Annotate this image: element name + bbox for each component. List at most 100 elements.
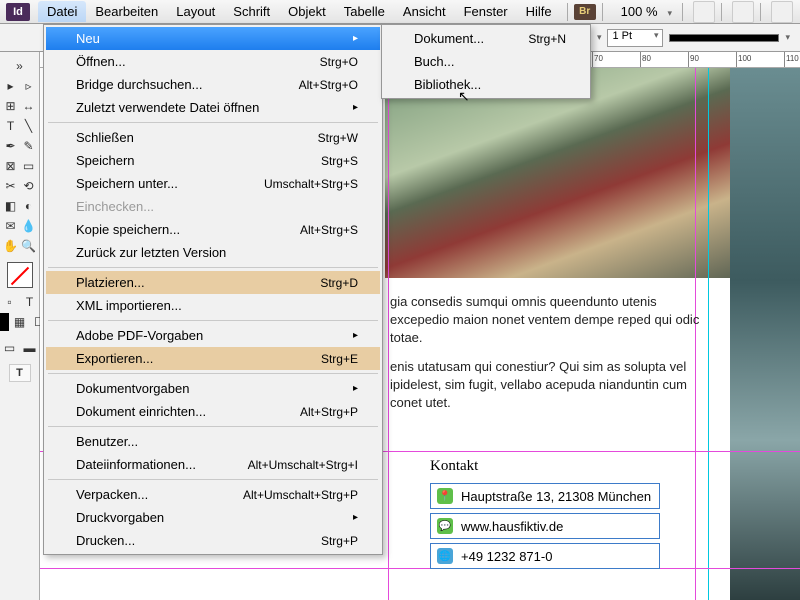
menu-hilfe[interactable]: Hilfe: [517, 1, 561, 22]
rectangle-tool[interactable]: ▭: [20, 157, 38, 175]
menu-benutzer[interactable]: Benutzer...: [46, 430, 380, 453]
selection-tool[interactable]: ▸: [2, 77, 20, 95]
menu-neu[interactable]: Neu▸: [46, 27, 380, 50]
menu-layout[interactable]: Layout: [167, 1, 224, 22]
divider: [721, 3, 722, 21]
separator: [48, 122, 378, 123]
menu-dokumentvorgaben[interactable]: Dokumentvorgaben▸: [46, 377, 380, 400]
divider: [567, 3, 568, 21]
contact-row-address: 📍 Hauptstraße 13, 21308 München: [430, 483, 660, 509]
dropdown-arrow-icon[interactable]: ▾: [785, 32, 790, 43]
menu-verpacken[interactable]: Verpacken...Alt+Umschalt+Strg+P: [46, 483, 380, 506]
zoom-dropdown[interactable]: 100 %: [617, 2, 676, 21]
pen-tool[interactable]: ✒: [2, 137, 20, 155]
guide-vertical[interactable]: [388, 68, 389, 600]
apply-color-icon[interactable]: [0, 313, 9, 331]
menu-objekt[interactable]: Objekt: [279, 1, 335, 22]
tool-palette: » ▸ ▹ ⊞ ↔ T ╲ ✒ ✎ ⊠ ▭ ✂ ⟲ ◧ ◐ ✉ 💧 ✋ 🔍 ▫ …: [0, 52, 40, 600]
gap-tool[interactable]: ↔: [20, 97, 38, 115]
paragraph: enis utatusam qui conestiur? Qui sim as …: [390, 358, 710, 413]
menu-datei[interactable]: Datei: [38, 1, 86, 22]
menu-dokument-einrichten[interactable]: Dokument einrichten...Alt+Strg+P: [46, 400, 380, 423]
menu-tabelle[interactable]: Tabelle: [335, 1, 394, 22]
page-tool[interactable]: ⊞: [2, 97, 20, 115]
formatting-container-icon[interactable]: ▫: [1, 293, 19, 311]
scissors-tool[interactable]: ✂: [2, 177, 20, 195]
text-frame[interactable]: gia consedis sumqui omnis queendunto ute…: [390, 293, 710, 422]
menu-bridge-durchsuchen[interactable]: Bridge durchsuchen...Alt+Strg+O: [46, 73, 380, 96]
menu-schliessen[interactable]: SchließenStrg+W: [46, 126, 380, 149]
type-tool[interactable]: T: [2, 117, 20, 135]
contact-text: +49 1232 871-0: [461, 549, 552, 564]
menu-speichern[interactable]: SpeichernStrg+S: [46, 149, 380, 172]
menubar: Id Datei Bearbeiten Layout Schrift Objek…: [0, 0, 800, 24]
contact-text: Hauptstraße 13, 21308 München: [461, 489, 651, 504]
transform-tool[interactable]: ⟲: [20, 177, 38, 195]
zoom-tool[interactable]: 🔍: [20, 237, 38, 255]
menu-oeffnen[interactable]: Öffnen...Strg+O: [46, 50, 380, 73]
direct-selection-tool[interactable]: ▹: [20, 77, 38, 95]
menu-dateiinformationen[interactable]: Dateiinformationen...Alt+Umschalt+Strg+I: [46, 453, 380, 476]
menu-druckvorgaben[interactable]: Druckvorgaben▸: [46, 506, 380, 529]
divider: [602, 3, 603, 21]
formatting-text-icon[interactable]: T: [21, 293, 39, 311]
menu-drucken[interactable]: Drucken...Strg+P: [46, 529, 380, 552]
bridge-icon[interactable]: Br: [574, 4, 596, 20]
cursor-icon: ↖: [458, 88, 470, 105]
menu-zuletzt[interactable]: Zuletzt verwendete Datei öffnen▸: [46, 96, 380, 119]
menu-exportieren[interactable]: Exportieren...Strg+E: [46, 347, 380, 370]
gradient-tool[interactable]: ◧: [2, 197, 20, 215]
submenu-dokument[interactable]: Dokument...Strg+N: [384, 27, 588, 50]
app-badge-icon: Id: [6, 3, 30, 21]
menu-kopie-speichern[interactable]: Kopie speichern...Alt+Strg+S: [46, 218, 380, 241]
menu-xml-importieren[interactable]: XML importieren...: [46, 294, 380, 317]
tab-marker[interactable]: T: [9, 364, 31, 382]
chat-icon: 💬: [437, 518, 453, 534]
submenu-buch[interactable]: Buch...: [384, 50, 588, 73]
fill-color-swatch[interactable]: [7, 262, 33, 288]
dropdown-arrow-icon[interactable]: ▾: [597, 32, 602, 43]
menu-bearbeiten[interactable]: Bearbeiten: [86, 1, 167, 22]
neu-submenu: Dokument...Strg+N Buch... Bibliothek...: [381, 24, 591, 99]
arrange-icon[interactable]: [771, 1, 793, 23]
frame-tool[interactable]: ⊠: [2, 157, 20, 175]
hand-tool[interactable]: ✋: [2, 237, 20, 255]
menu-schrift[interactable]: Schrift: [224, 1, 279, 22]
stroke-weight-input[interactable]: 1 Pt: [607, 29, 663, 47]
menu-ansicht[interactable]: Ansicht: [394, 1, 455, 22]
menu-einchecken: Einchecken...: [46, 195, 380, 218]
pin-icon: 📍: [437, 488, 453, 504]
separator: [48, 267, 378, 268]
guide-horizontal[interactable]: [40, 568, 800, 569]
contact-row-phone: 🌐 +49 1232 871-0: [430, 543, 660, 569]
preview-mode-icon[interactable]: ▬: [21, 339, 39, 357]
file-menu-dropdown: Neu▸ Öffnen...Strg+O Bridge durchsuchen.…: [43, 24, 383, 555]
contact-title: Kontakt: [430, 458, 660, 475]
submenu-bibliothek[interactable]: Bibliothek...: [384, 73, 588, 96]
contact-text: www.hausfiktiv.de: [461, 519, 563, 534]
separator: [48, 479, 378, 480]
separator: [48, 320, 378, 321]
view-options-icon[interactable]: [693, 1, 715, 23]
eyedropper-tool[interactable]: 💧: [20, 217, 38, 235]
note-tool[interactable]: ✉: [2, 217, 20, 235]
gradient-feather-tool[interactable]: ◐: [20, 197, 38, 215]
contact-frame[interactable]: Kontakt 📍 Hauptstraße 13, 21308 München …: [430, 458, 660, 573]
menu-pdf-vorgaben[interactable]: Adobe PDF-Vorgaben▸: [46, 324, 380, 347]
pencil-tool[interactable]: ✎: [20, 137, 38, 155]
menu-zurueck[interactable]: Zurück zur letzten Version: [46, 241, 380, 264]
normal-mode-icon[interactable]: ▭: [1, 339, 19, 357]
menu-platzieren[interactable]: Platzieren...Strg+D: [46, 271, 380, 294]
divider: [682, 3, 683, 21]
double-arrow-icon[interactable]: »: [11, 57, 29, 75]
stroke-style[interactable]: [669, 34, 779, 42]
apply-gradient-icon[interactable]: ▦: [11, 313, 29, 331]
screen-mode-icon[interactable]: [732, 1, 754, 23]
menu-fenster[interactable]: Fenster: [455, 1, 517, 22]
placed-image-right[interactable]: [730, 68, 800, 600]
line-tool[interactable]: ╲: [20, 117, 38, 135]
paragraph: gia consedis sumqui omnis queendunto ute…: [390, 293, 710, 348]
menu-speichern-unter[interactable]: Speichern unter...Umschalt+Strg+S: [46, 172, 380, 195]
separator: [48, 426, 378, 427]
divider: [760, 3, 761, 21]
